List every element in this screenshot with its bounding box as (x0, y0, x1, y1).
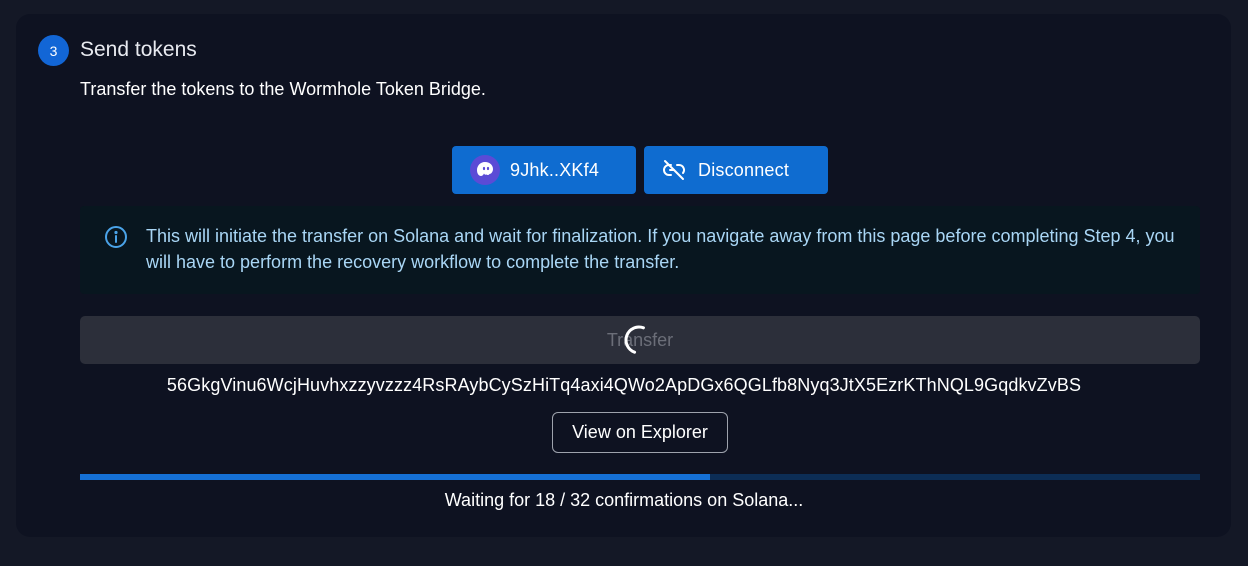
disconnect-label: Disconnect (698, 159, 790, 180)
transaction-hash: 56GkgVinu6WcjHuvhxzzyvzzz4RsRAybCySzHiTq… (166, 375, 1082, 395)
info-message: This will initiate the transfer on Solan… (146, 226, 1175, 272)
confirmation-progress-bar (80, 474, 1200, 480)
step-description: Transfer the tokens to the Wormhole Toke… (80, 79, 486, 99)
confirmation-progress-fill (80, 474, 710, 480)
step-title: Send tokens (80, 38, 197, 61)
wallet-address-button[interactable]: 9Jhk..XKf4 (452, 146, 636, 194)
ghost-icon (470, 155, 500, 185)
view-on-explorer-button[interactable]: View on Explorer (552, 412, 728, 453)
loading-spinner-icon (622, 323, 656, 357)
confirmation-status: Waiting for 18 / 32 confirmations on Sol… (444, 490, 804, 510)
unlink-icon (662, 158, 686, 182)
wallet-address-label: 9Jhk..XKf4 (510, 159, 600, 180)
disconnect-button[interactable]: Disconnect (644, 146, 828, 194)
step-number-badge: 3 (38, 35, 69, 66)
info-alert: This will initiate the transfer on Solan… (80, 206, 1200, 294)
info-icon (104, 225, 128, 249)
